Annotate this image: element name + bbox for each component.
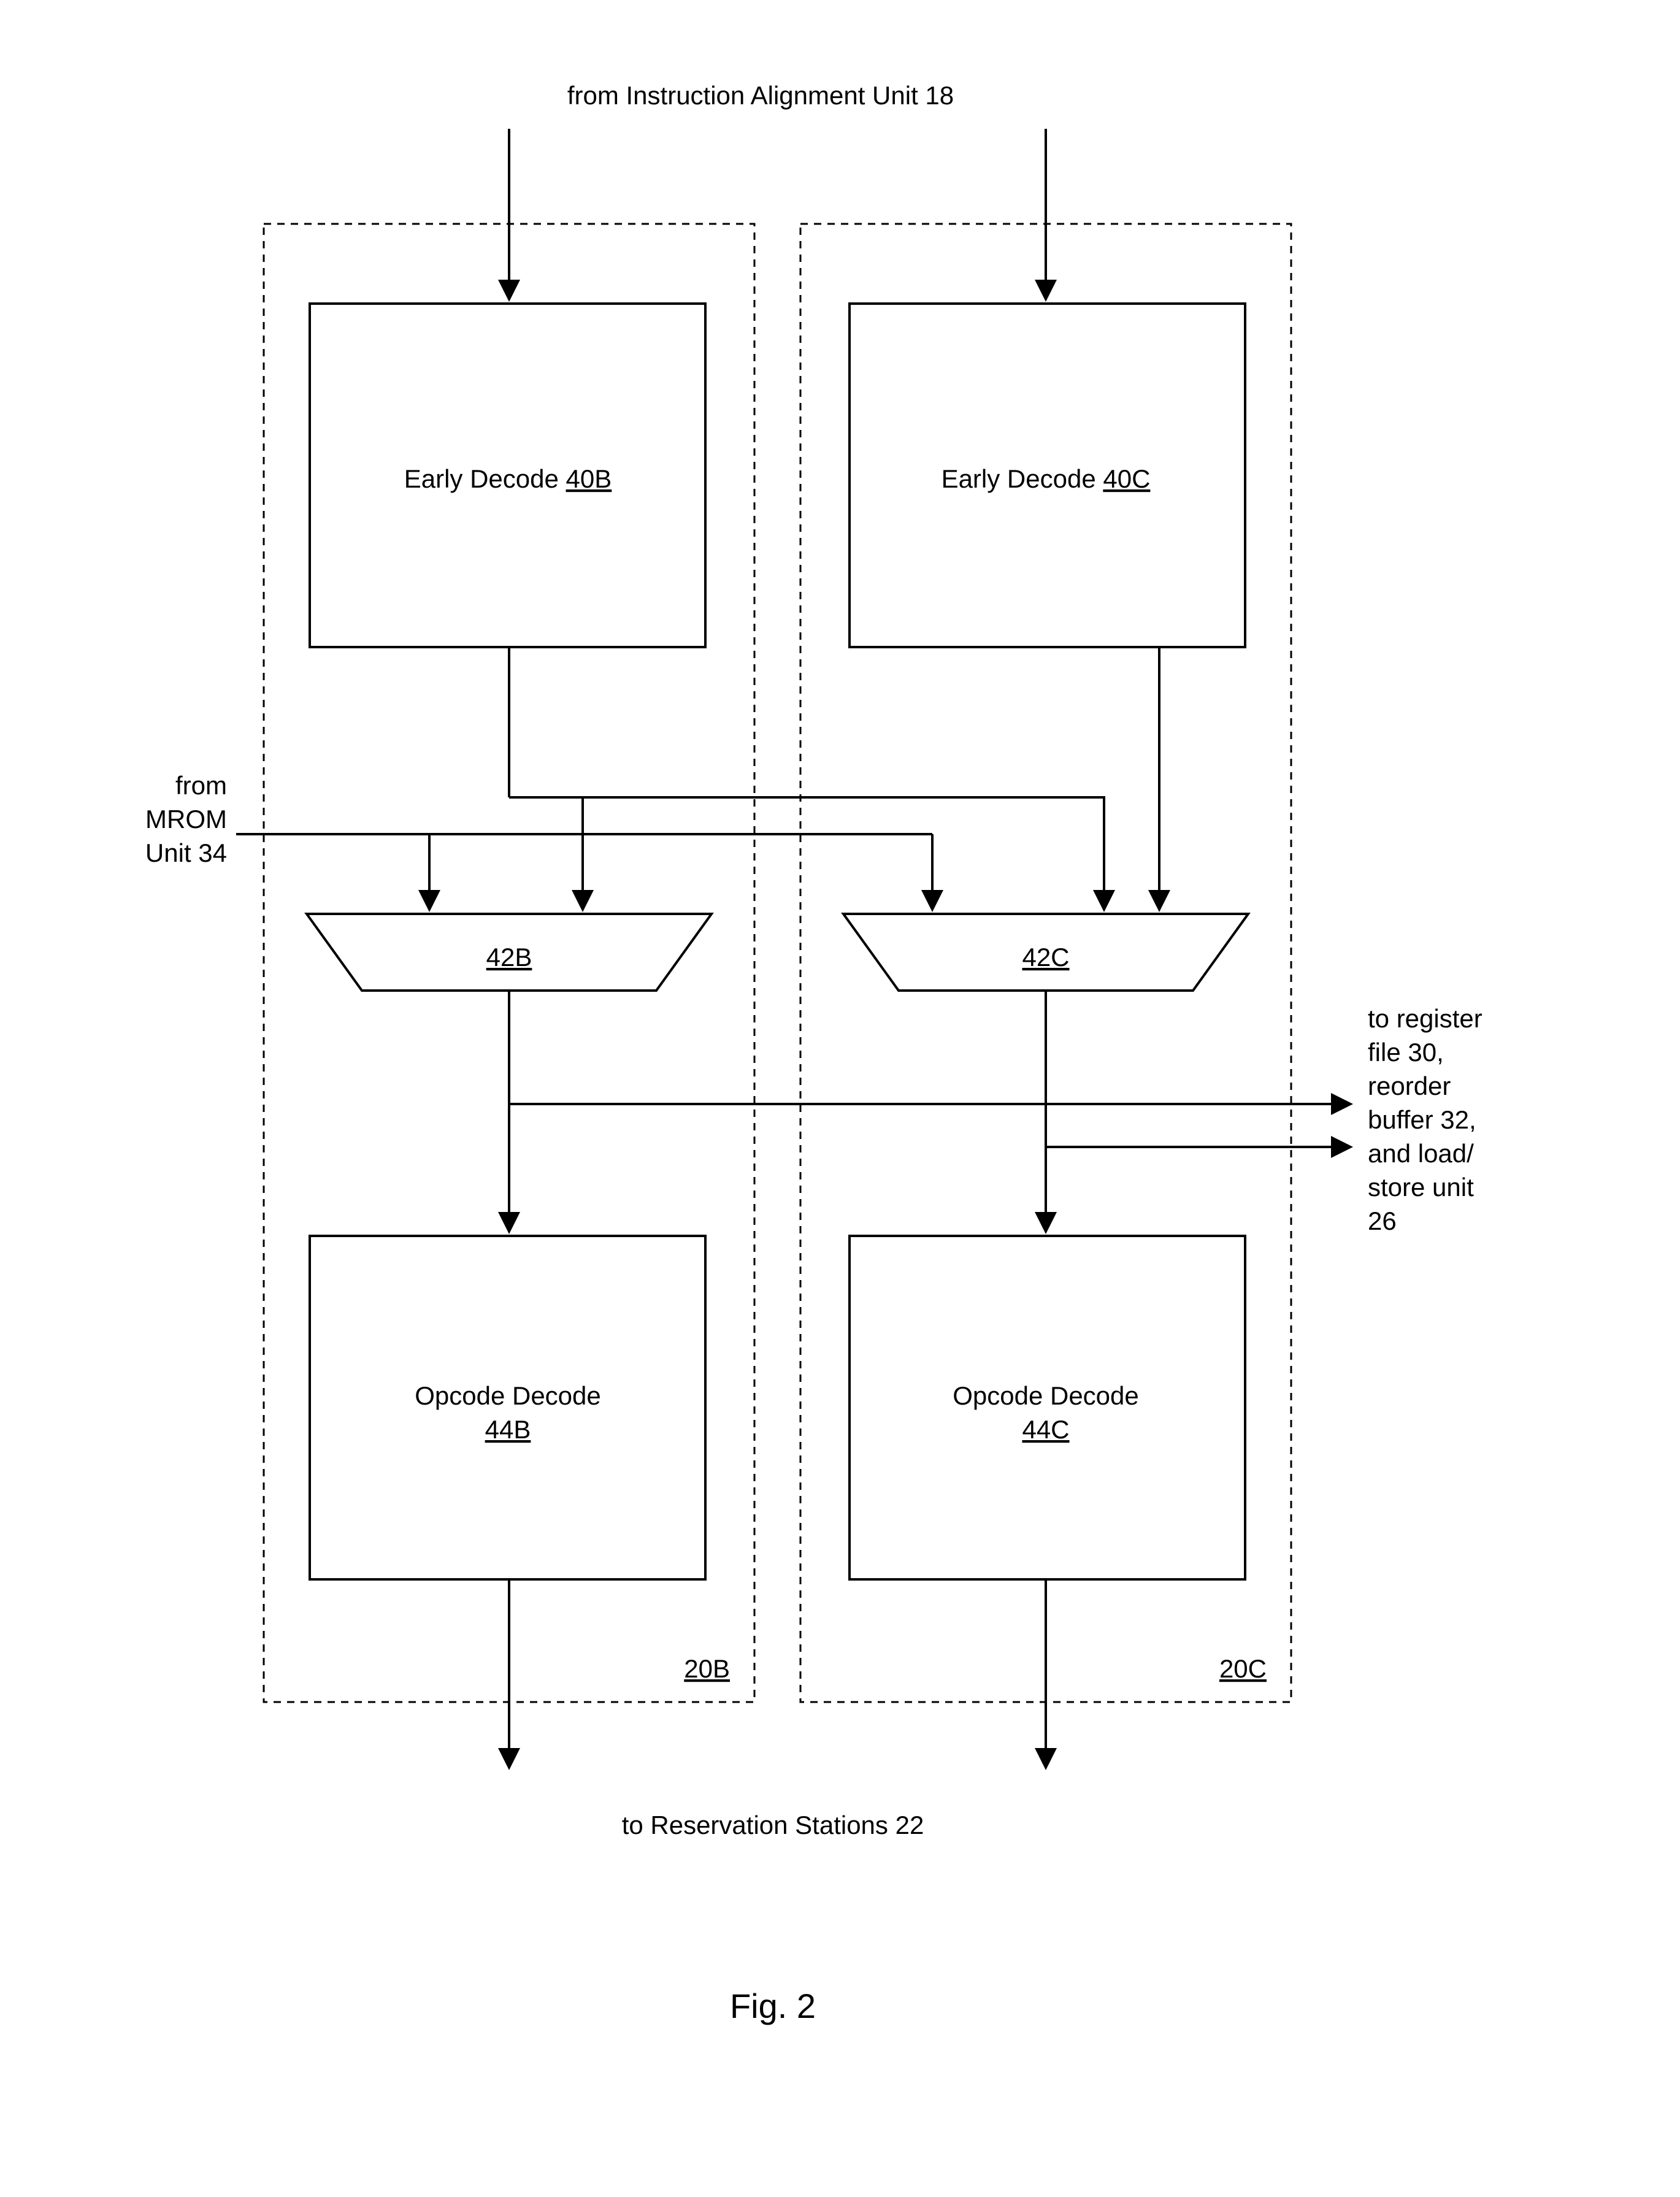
right-label-2: file 30, [1368, 1038, 1444, 1067]
right-label-7: 26 [1368, 1206, 1397, 1235]
opcode-decode-b-ref: 44B [485, 1415, 531, 1444]
right-label-6: store unit [1368, 1173, 1474, 1202]
top-caption: from Instruction Alignment Unit 18 [567, 81, 954, 110]
mux-42b-ref: 42B [486, 943, 532, 972]
arrow-earlyb-to-muxc [509, 797, 1104, 908]
bottom-caption: to Reservation Stations 22 [622, 1811, 924, 1839]
mux-42c-ref: 42C [1022, 943, 1069, 972]
panel-b-ref: 20B [684, 1654, 730, 1683]
right-label-4: buffer 32, [1368, 1105, 1476, 1134]
panel-c-ref: 20C [1219, 1654, 1267, 1683]
opcode-decode-c-text: Opcode Decode [953, 1381, 1139, 1410]
mrom-label-2: MROM [145, 805, 227, 834]
early-decode-b-label: Early Decode 40B [404, 464, 612, 493]
mrom-label-1: from [175, 771, 227, 800]
right-label-5: and load/ [1368, 1139, 1474, 1168]
right-label-3: reorder [1368, 1072, 1451, 1100]
early-decode-c-label: Early Decode 40C [942, 464, 1151, 493]
right-label-1: to register [1368, 1004, 1482, 1033]
figure-caption: Fig. 2 [730, 1987, 816, 2025]
opcode-decode-b-text: Opcode Decode [415, 1381, 601, 1410]
mrom-label-3: Unit 34 [145, 838, 227, 867]
opcode-decode-c-ref: 44C [1022, 1415, 1069, 1444]
arrow-earlyb-to-muxb [509, 797, 583, 908]
